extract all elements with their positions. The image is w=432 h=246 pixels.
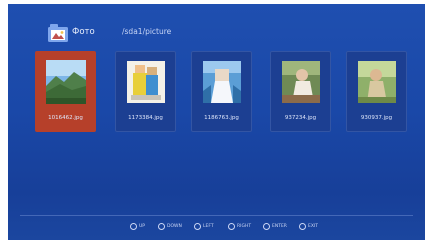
down-icon [158,223,165,230]
photo-tile[interactable]: 1186763.jpg [191,51,252,132]
photo-thumbnail [127,61,165,103]
photo-thumbnail [282,61,320,103]
photo-tile[interactable]: 930937.jpg [346,51,407,132]
left-icon [194,223,201,230]
up-icon [130,223,137,230]
hint-label: LEFT [203,224,214,229]
photo-thumbnail [203,61,241,103]
hint-label: ENTER [272,224,287,229]
app-title: Фото [72,27,95,37]
hint-right: RIGHT [228,223,251,230]
header: Фото /sda1/picture [8,4,425,52]
hint-label: RIGHT [237,224,252,229]
file-name: 1016462.jpg [48,115,83,121]
photo-tile[interactable]: 1173384.jpg [115,51,176,132]
photo-tile[interactable]: 937234.jpg [270,51,331,132]
hint-exit: EXIT [299,223,318,230]
photo-thumbnail [46,60,86,104]
file-name: 937234.jpg [284,115,317,121]
hint-enter: ENTER [263,223,287,230]
photo-folder-icon [48,24,68,42]
file-name: 1186763.jpg [204,115,239,121]
hint-label: EXIT [308,224,319,229]
enter-icon [263,223,270,230]
photo-browser-screen: Фото /sda1/picture 1016462.jpg 1173384.j… [8,4,425,240]
file-name: 1173384.jpg [128,115,163,121]
hint-up: UP [130,223,145,230]
hint-down: DOWN [158,223,182,230]
exit-icon [299,223,306,230]
remote-hints-bar: UP DOWN LEFT RIGHT ENTER EXIT [8,216,425,240]
hint-left: LEFT [194,223,214,230]
hint-label: DOWN [167,224,182,229]
hint-label: UP [139,224,146,229]
photo-tile[interactable]: 1016462.jpg [35,51,96,132]
right-icon [228,223,235,230]
current-path: /sda1/picture [122,27,172,36]
photo-thumbnail [358,61,396,103]
file-name: 930937.jpg [360,115,393,121]
